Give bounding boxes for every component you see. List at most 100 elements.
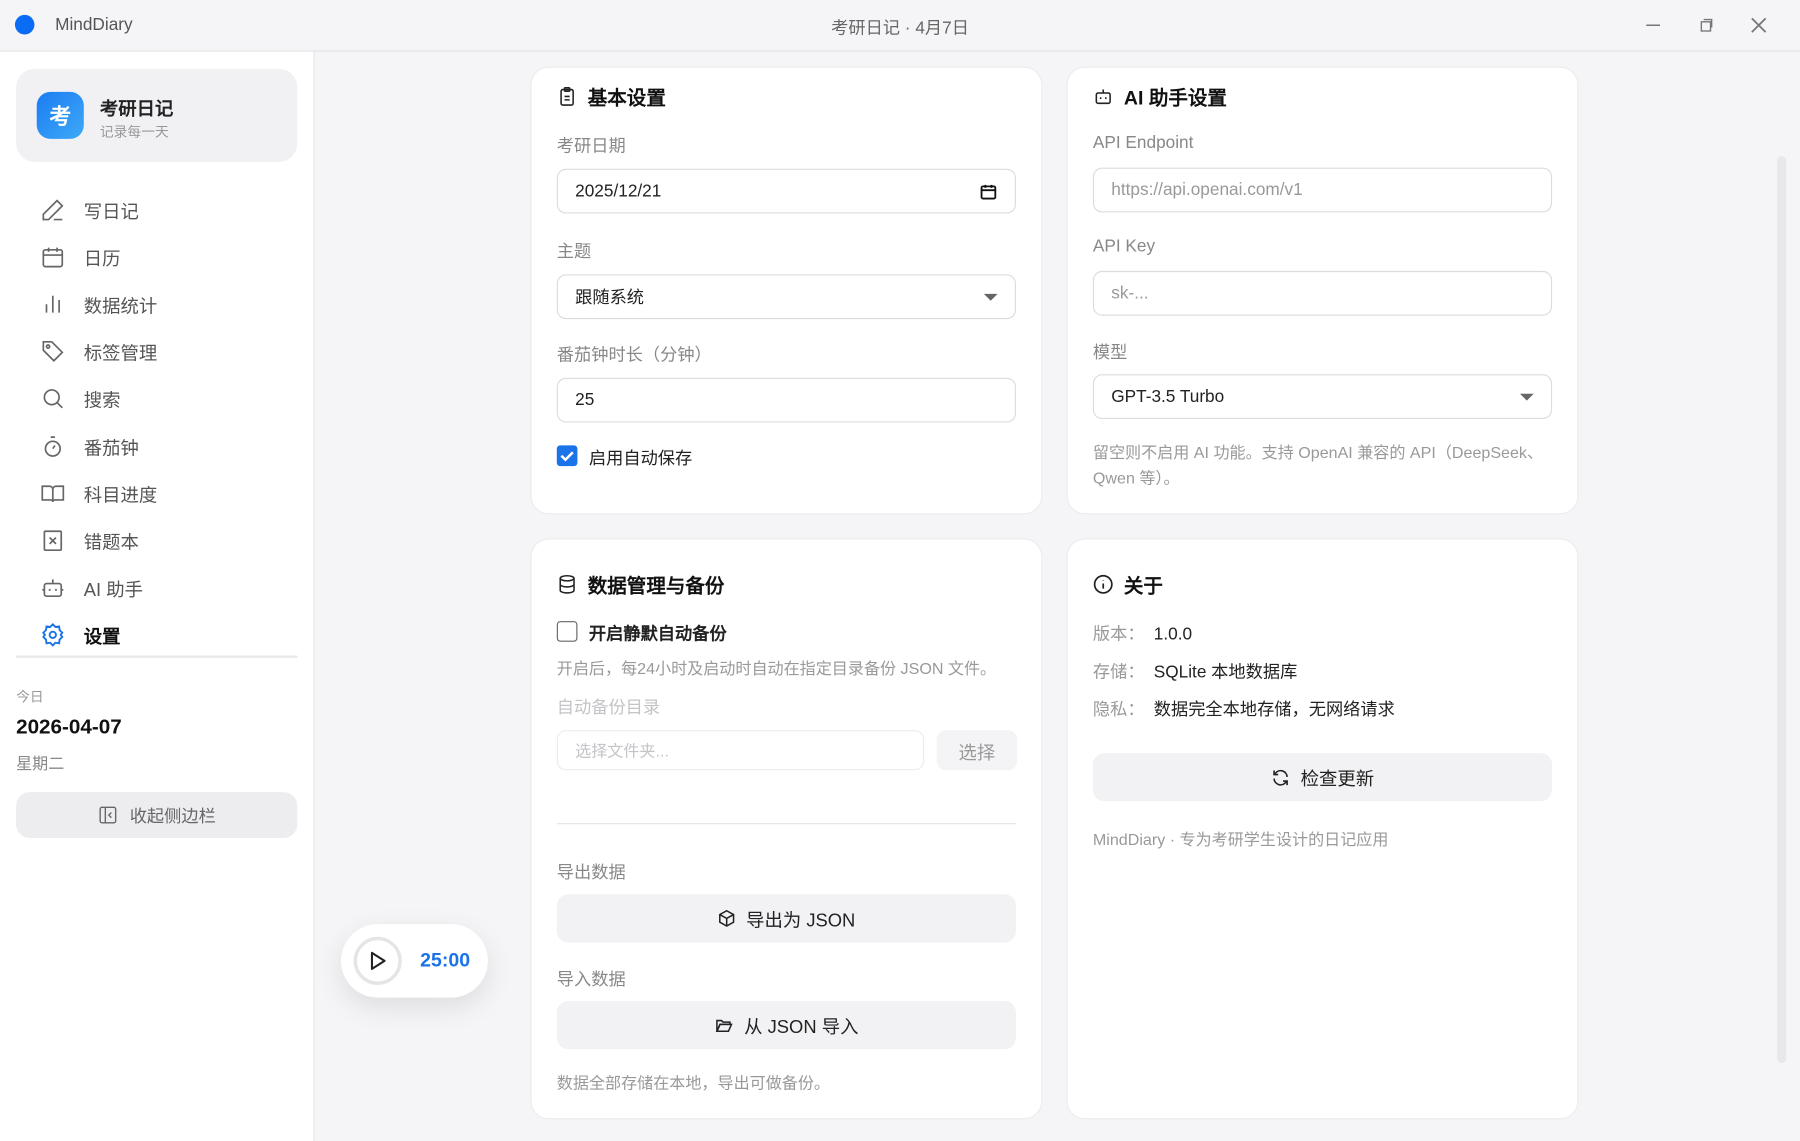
- pomodoro-widget: 25:00: [340, 924, 488, 998]
- sidebar-item-subjects[interactable]: 科目进度: [16, 470, 297, 517]
- refresh-icon: [1273, 769, 1288, 786]
- sidebar-item-pomodoro[interactable]: 番茄钟: [16, 422, 297, 469]
- about-header: 关于: [1093, 569, 1163, 598]
- model-select[interactable]: GPT-3.5 Turbo: [1092, 374, 1553, 420]
- backup-dir-placeholder: 选择文件夹...: [575, 741, 669, 760]
- ai-settings-header: AI 助手设置: [1093, 82, 1227, 111]
- check-update-label: 检查更新: [1300, 770, 1375, 790]
- close-button[interactable]: [1747, 14, 1770, 37]
- theme-select[interactable]: 跟随系统: [556, 274, 1016, 320]
- sidebar-item-label: 科目进度: [83, 486, 158, 506]
- error-book-icon: [43, 530, 63, 551]
- robot-icon: [42, 579, 64, 598]
- folder-open-icon: [715, 1019, 733, 1033]
- sidebar-item-write-diary[interactable]: 写日记: [16, 186, 297, 233]
- card-title: 数据管理与备份: [587, 575, 725, 597]
- search-icon: [43, 389, 63, 409]
- info-icon: [1093, 574, 1113, 594]
- import-label: 导入数据: [556, 970, 626, 990]
- pomodoro-duration-input[interactable]: 25: [556, 377, 1016, 423]
- privacy-row: 隐私： 数据完全本地存储，无网络请求: [1093, 697, 1395, 721]
- calendar-picker-icon[interactable]: [979, 182, 997, 200]
- model-label: 模型: [1092, 343, 1128, 363]
- export-json-button[interactable]: 导出为 JSON: [556, 894, 1016, 943]
- import-json-button[interactable]: 从 JSON 导入: [556, 1001, 1016, 1050]
- auto-backup-label: 开启静默自动备份: [588, 624, 727, 645]
- today-label: 今日: [16, 688, 44, 705]
- import-json-label: 从 JSON 导入: [744, 1018, 859, 1038]
- export-json-label: 导出为 JSON: [746, 911, 856, 932]
- ai-help-line: 留空则不启用 AI 功能。支持 OpenAI 兼容的 API（DeepSeek、: [1092, 443, 1544, 462]
- sidebar-item-ai-assistant[interactable]: AI 助手: [16, 564, 297, 611]
- book-icon: [41, 485, 65, 502]
- chevron-down-icon: [983, 293, 998, 301]
- about-footer: MindDiary · 专为考研学生设计的日记应用: [1092, 830, 1389, 849]
- sidebar-item-label: 搜索: [83, 391, 121, 412]
- model-value: GPT-3.5 Turbo: [1111, 386, 1225, 407]
- database-icon: [559, 574, 575, 594]
- sidebar: 考 考研日记 记录每一天 写日记 日历 数据统计 标签管理 搜索 番茄钟 科目进…: [0, 51, 315, 1141]
- pomodoro-duration-label: 番茄钟时长（分钟）: [556, 345, 712, 366]
- today-date: 2026-04-07: [16, 715, 122, 739]
- sidebar-item-label: 番茄钟: [83, 439, 139, 459]
- backup-dir-input[interactable]: 选择文件夹...: [556, 730, 925, 771]
- data-management-header: 数据管理与备份: [557, 569, 725, 598]
- collapse-sidebar-button[interactable]: 收起侧边栏: [16, 792, 298, 839]
- brand-logo: 考: [36, 91, 84, 139]
- version-row: 版本： 1.0.0: [1093, 621, 1192, 645]
- autosave-checkbox[interactable]: [556, 445, 578, 467]
- exam-date-input[interactable]: 2025/12/21: [556, 168, 1016, 214]
- sidebar-item-settings[interactable]: 设置: [16, 612, 297, 659]
- storage-row: 存储： SQLite 本地数据库: [1093, 659, 1297, 683]
- data-note: 数据全部存储在本地，导出可做备份。: [556, 1073, 831, 1092]
- gear-icon: [42, 623, 64, 648]
- timer-icon: [44, 435, 62, 457]
- bar-chart-icon: [45, 295, 60, 313]
- pomodoro-duration-value: 25: [575, 390, 595, 410]
- title-bar: MindDiary 考研日记 · 4月7日: [0, 0, 1800, 52]
- ai-help-text: 留空则不启用 AI 功能。支持 OpenAI 兼容的 API（DeepSeek、…: [1093, 440, 1543, 491]
- sidebar-item-tags[interactable]: 标签管理: [16, 328, 297, 375]
- ai-help-line: Qwen 等）。: [1092, 468, 1180, 487]
- card-title: 基本设置: [587, 87, 666, 110]
- sidebar-item-search[interactable]: 搜索: [16, 375, 297, 422]
- privacy-key: 隐私：: [1092, 700, 1145, 720]
- api-endpoint-input[interactable]: https://api.openai.com/v1: [1092, 167, 1553, 213]
- package-icon: [718, 909, 735, 927]
- pencil-icon: [42, 198, 64, 220]
- theme-label: 主题: [556, 242, 592, 262]
- maximize-button[interactable]: [1694, 14, 1717, 37]
- robot-icon: [1095, 88, 1111, 104]
- sidebar-nav: 写日记 日历 数据统计 标签管理 搜索 番茄钟 科目进度 错题本 AI 助手 设…: [16, 186, 297, 659]
- sidebar-divider: [16, 655, 298, 658]
- storage-key: 存储：: [1092, 662, 1145, 682]
- api-key-placeholder: sk-...: [1111, 283, 1149, 304]
- sidebar-item-calendar[interactable]: 日历: [16, 233, 297, 280]
- choose-folder-button[interactable]: 选择: [936, 730, 1018, 771]
- scrollbar[interactable]: [1777, 156, 1787, 1064]
- basic-settings-header: 基本设置: [557, 82, 666, 111]
- theme-value: 跟随系统: [575, 288, 645, 308]
- sidebar-item-label: AI 助手: [83, 580, 144, 601]
- play-button[interactable]: [353, 936, 402, 985]
- exam-date-label: 考研日期: [556, 136, 626, 157]
- sidebar-item-mistakes[interactable]: 错题本: [16, 517, 297, 564]
- sidebar-item-label: 设置: [83, 628, 121, 648]
- check-update-button[interactable]: 检查更新: [1092, 753, 1553, 802]
- calendar-icon: [42, 247, 64, 268]
- exam-date-value: 2025/12/21: [575, 181, 662, 201]
- pomodoro-time: 25:00: [420, 949, 471, 972]
- auto-backup-checkbox[interactable]: [556, 621, 578, 642]
- brand-card: 考 考研日记 记录每一天: [16, 68, 298, 162]
- version-value: 1.0.0: [1153, 624, 1193, 645]
- minimize-button[interactable]: [1642, 14, 1665, 37]
- api-key-input[interactable]: sk-...: [1092, 270, 1553, 316]
- sidebar-item-statistics[interactable]: 数据统计: [16, 281, 297, 328]
- play-icon: [370, 951, 386, 970]
- storage-value: SQLite 本地数据库: [1153, 662, 1298, 682]
- sidebar-item-label: 数据统计: [83, 297, 158, 317]
- sidebar-collapse-icon: [99, 806, 117, 824]
- brand-subtitle: 记录每一天: [99, 123, 169, 141]
- privacy-value: 数据完全本地存储，无网络请求: [1153, 700, 1395, 720]
- collapse-sidebar-label: 收起侧边栏: [129, 806, 216, 826]
